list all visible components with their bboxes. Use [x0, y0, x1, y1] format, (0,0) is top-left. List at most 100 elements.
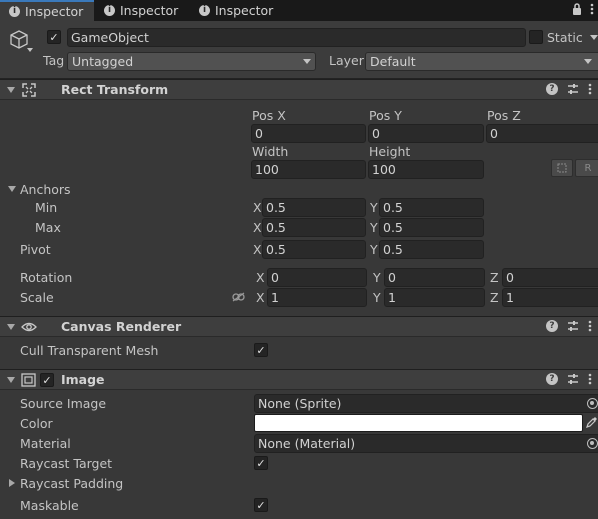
axis-y-label: Y [370, 200, 378, 215]
scale-z-input[interactable]: 1 [502, 288, 598, 307]
height-label: Height [369, 144, 411, 159]
object-picker-icon[interactable] [587, 438, 598, 449]
width-label: Width [252, 144, 289, 159]
tab-inspector-1[interactable]: i Inspector [0, 0, 94, 21]
raycast-target-checkbox[interactable]: ✓ [254, 456, 268, 470]
tab-bar: i Inspector i Inspector i Inspector [0, 0, 598, 21]
anchor-max-y-input[interactable]: 0.5 [379, 218, 484, 237]
constrain-proportions-icon[interactable] [232, 292, 245, 302]
blueprint-mode-button[interactable] [551, 159, 573, 177]
pos-y-input[interactable]: 0 [368, 124, 484, 143]
image-enabled-toggle[interactable]: ✓ [40, 373, 54, 387]
rotation-y-input[interactable]: 0 [384, 268, 485, 287]
canvas-renderer-header[interactable]: Canvas Renderer ? [0, 316, 598, 337]
eyedropper-icon[interactable] [586, 416, 598, 428]
anchor-min-x-input[interactable]: 0.5 [262, 198, 366, 217]
image-icon [21, 373, 36, 387]
anchor-min-label: Min [35, 200, 58, 215]
axis-x-label: X [256, 290, 265, 305]
icon-dropdown-icon[interactable] [27, 48, 33, 52]
pivot-y-input[interactable]: 0.5 [379, 240, 484, 259]
raw-edit-button[interactable]: R [575, 159, 598, 177]
object-picker-icon[interactable] [587, 398, 598, 409]
lock-icon[interactable] [572, 3, 582, 15]
presets-icon[interactable] [567, 320, 579, 332]
axis-x-label: X [253, 200, 262, 215]
chevron-down-icon [303, 59, 311, 64]
axis-z-label: Z [490, 270, 499, 285]
raycast-target-label: Raycast Target [20, 456, 113, 471]
tab-inspector-2[interactable]: i Inspector [96, 0, 191, 21]
scale-x-input[interactable]: 1 [267, 288, 367, 307]
axis-x-label: X [253, 242, 262, 257]
source-image-field[interactable]: None (Sprite) [254, 394, 598, 413]
tab-label: Inspector [120, 3, 179, 18]
anchors-label[interactable]: Anchors [20, 182, 71, 197]
kebab-menu-icon[interactable] [590, 3, 594, 15]
presets-icon[interactable] [567, 373, 579, 385]
scale-label: Scale [20, 290, 54, 305]
pos-z-input[interactable]: 0 [486, 124, 598, 143]
info-icon: i [9, 6, 20, 17]
rotation-z-input[interactable]: 0 [502, 268, 598, 287]
anchor-min-y-input[interactable]: 0.5 [379, 198, 484, 217]
tag-label: Tag [43, 53, 65, 68]
source-image-label: Source Image [20, 396, 107, 411]
raycast-padding-label[interactable]: Raycast Padding [20, 476, 123, 491]
cull-transparent-mesh-label: Cull Transparent Mesh [20, 343, 159, 358]
color-field[interactable] [254, 414, 583, 432]
rotation-label: Rotation [20, 270, 73, 285]
presets-icon[interactable] [567, 83, 579, 95]
axis-x-label: X [256, 270, 265, 285]
static-label: Static [547, 30, 583, 45]
component-menu-icon[interactable] [588, 320, 592, 332]
tab-inspector-3[interactable]: i Inspector [192, 0, 287, 21]
info-icon: i [199, 5, 210, 16]
axis-x-label: X [253, 220, 262, 235]
axis-z-label: Z [490, 290, 499, 305]
name-input[interactable]: GameObject [67, 28, 526, 47]
foldout-arrow-icon[interactable] [7, 377, 15, 383]
static-dropdown-icon[interactable] [590, 35, 598, 40]
anchor-max-x-input[interactable]: 0.5 [262, 218, 366, 237]
material-label: Material [20, 436, 71, 451]
axis-y-label: Y [373, 270, 381, 285]
foldout-arrow-icon[interactable] [7, 87, 15, 93]
rect-transform-icon [22, 83, 36, 97]
material-field[interactable]: None (Material) [254, 434, 598, 453]
width-input[interactable]: 100 [251, 160, 366, 179]
maskable-checkbox[interactable]: ✓ [254, 498, 268, 512]
raycast-padding-foldout-icon[interactable] [9, 479, 15, 487]
active-toggle[interactable]: ✓ [47, 30, 61, 44]
rotation-x-input[interactable]: 0 [267, 268, 367, 287]
tag-dropdown[interactable]: Untagged [67, 52, 316, 71]
pos-z-label: Pos Z [487, 108, 521, 123]
axis-y-label: Y [373, 290, 381, 305]
foldout-arrow-icon[interactable] [7, 324, 15, 330]
component-title: Rect Transform [61, 82, 169, 97]
anchor-max-label: Max [35, 220, 61, 235]
help-icon[interactable]: ? [546, 373, 558, 385]
pivot-label: Pivot [20, 242, 51, 257]
help-icon[interactable]: ? [546, 83, 558, 95]
layer-label: Layer [329, 53, 364, 68]
pos-y-label: Pos Y [369, 108, 402, 123]
rect-transform-header[interactable]: Rect Transform ? [0, 79, 598, 100]
layer-dropdown[interactable]: Default [365, 52, 598, 71]
pivot-x-input[interactable]: 0.5 [262, 240, 366, 259]
anchors-foldout-icon[interactable] [8, 186, 16, 192]
pos-x-input[interactable]: 0 [251, 124, 366, 143]
axis-y-label: Y [370, 242, 378, 257]
color-label: Color [20, 416, 53, 431]
cull-transparent-mesh-checkbox[interactable]: ✓ [254, 343, 268, 357]
height-input[interactable]: 100 [368, 160, 484, 179]
tab-label: Inspector [215, 3, 274, 18]
axis-y-label: Y [370, 220, 378, 235]
component-menu-icon[interactable] [588, 373, 592, 385]
component-menu-icon[interactable] [588, 83, 592, 95]
static-toggle[interactable] [529, 30, 543, 44]
help-icon[interactable]: ? [546, 320, 558, 332]
pos-x-label: Pos X [252, 108, 286, 123]
image-header[interactable]: ✓ Image ? [0, 369, 598, 390]
scale-y-input[interactable]: 1 [384, 288, 485, 307]
